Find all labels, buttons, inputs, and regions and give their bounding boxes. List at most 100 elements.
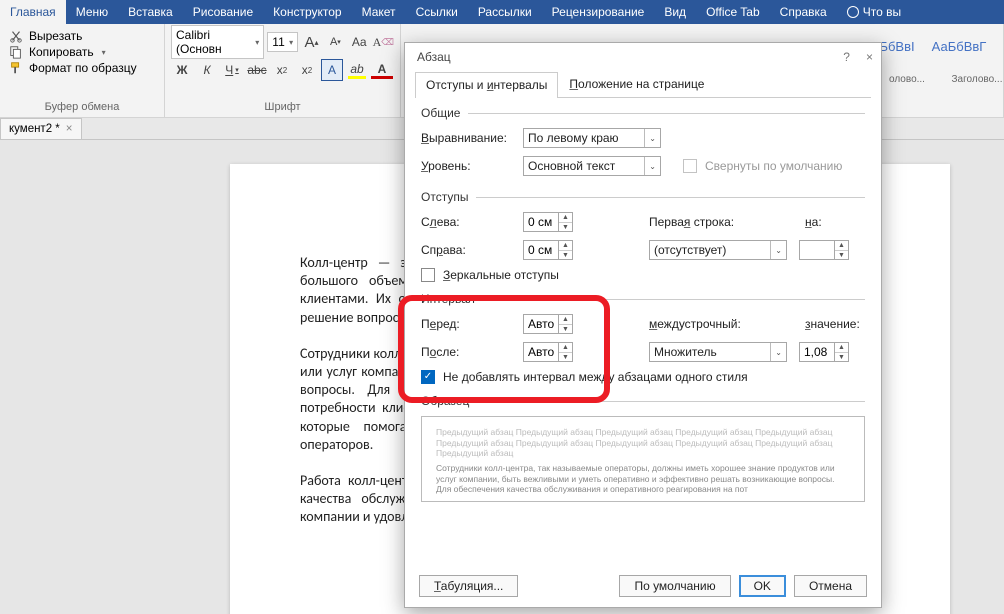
tab-design[interactable]: Конструктор: [263, 0, 351, 24]
spinner-arrows[interactable]: ▲▼: [834, 241, 848, 259]
first-line-label: Первая строка:: [649, 215, 759, 229]
space-after-spinner[interactable]: ▲▼: [523, 342, 573, 362]
text-effects-button[interactable]: A: [321, 59, 343, 81]
tab-menu[interactable]: Меню: [66, 0, 118, 24]
cut-button[interactable]: Вырезать: [6, 28, 158, 44]
tabs-button[interactable]: Табуляция...: [419, 575, 518, 597]
tab-home[interactable]: Главная: [0, 0, 66, 24]
italic-button[interactable]: К: [196, 59, 218, 81]
spinner-arrows[interactable]: ▲▼: [558, 213, 572, 231]
first-line-by-input[interactable]: [800, 241, 834, 259]
outline-level-select[interactable]: Основной текст ⌄: [523, 156, 661, 176]
style-sample: АаБбВвГ: [930, 39, 988, 54]
document-tab-label: кумент2 *: [9, 123, 60, 135]
tab-layout[interactable]: Макет: [352, 0, 406, 24]
alignment-select[interactable]: По левому краю ⌄: [523, 128, 661, 148]
line-spacing-at-input[interactable]: [800, 343, 834, 361]
shrink-font-button[interactable]: A▾: [325, 31, 346, 53]
close-icon[interactable]: ×: [66, 123, 73, 135]
font-group: Calibri (Основн▾ 11▾ A▴ A▾ Aa A⌫ Ж К Ч▾ …: [165, 24, 401, 117]
tab-mailings[interactable]: Рассылки: [468, 0, 542, 24]
copy-button[interactable]: Копировать ▾: [6, 44, 158, 60]
underline-button[interactable]: Ч▾: [221, 59, 243, 81]
bold-button[interactable]: Ж: [171, 59, 193, 81]
paragraph-dialog: Абзац ? × Отступы и интервалы Положение …: [404, 42, 882, 608]
ribbon-tab-strip: Главная Меню Вставка Рисование Конструкт…: [0, 0, 1004, 24]
tab-review[interactable]: Рецензирование: [542, 0, 655, 24]
no-space-same-style-checkbox[interactable]: [421, 370, 435, 384]
dialog-button-row: Табуляция... По умолчанию OK Отмена: [419, 575, 867, 597]
indent-left-input[interactable]: [524, 213, 558, 231]
font-color-button[interactable]: A: [371, 62, 393, 79]
superscript-button[interactable]: x2: [296, 59, 318, 81]
strikethrough-button[interactable]: abc: [246, 59, 268, 81]
caret-icon: ▾: [289, 38, 293, 47]
dialog-tab-strip: Отступы и интервалы Положение на страниц…: [415, 71, 871, 98]
tab-officetab[interactable]: Office Tab: [696, 0, 770, 24]
indent-left-spinner[interactable]: ▲▼: [523, 212, 573, 232]
document-tab[interactable]: кумент2 * ×: [0, 118, 82, 139]
help-icon[interactable]: ?: [843, 50, 850, 64]
line-spacing-value: Множитель: [654, 345, 717, 359]
line-spacing-label: междустрочный:: [649, 317, 759, 331]
font-size-combo[interactable]: 11 ▾: [267, 32, 298, 52]
spinner-arrows[interactable]: ▲▼: [834, 343, 848, 361]
font-size-value: 11: [272, 35, 284, 49]
font-group-label: Шрифт: [171, 100, 394, 115]
indent-right-input[interactable]: [524, 241, 558, 259]
indent-right-spinner[interactable]: ▲▼: [523, 240, 573, 260]
change-case-button[interactable]: Aa: [349, 31, 370, 53]
ok-button[interactable]: OK: [739, 575, 786, 597]
tab-draw[interactable]: Рисование: [183, 0, 263, 24]
spinner-arrows[interactable]: ▲▼: [558, 343, 572, 361]
space-before-label: Перед:: [421, 317, 515, 331]
hotkey-underline: и: [487, 78, 494, 92]
tab-references[interactable]: Ссылки: [406, 0, 468, 24]
mirror-indents-checkbox[interactable]: [421, 268, 435, 282]
tab-line-page-breaks[interactable]: Положение на странице: [558, 71, 715, 97]
outline-level-label: Уровень:: [421, 159, 515, 173]
set-default-button[interactable]: По умолчанию: [619, 575, 730, 597]
clear-format-button[interactable]: A⌫: [373, 31, 394, 53]
preview-prev-text: Предыдущий абзац Предыдущий абзац Предыд…: [436, 427, 850, 459]
close-icon[interactable]: ×: [866, 50, 873, 64]
first-line-by-spinner[interactable]: ▲▼: [799, 240, 849, 260]
cut-label: Вырезать: [29, 29, 82, 43]
section-spacing: Интервал: [421, 292, 865, 306]
font-name-value: Calibri (Основн: [176, 28, 252, 56]
dialog-titlebar[interactable]: Абзац ? ×: [405, 43, 881, 71]
spinner-arrows[interactable]: ▲▼: [558, 315, 572, 333]
cancel-button[interactable]: Отмена: [794, 575, 867, 597]
space-before-input[interactable]: [524, 315, 558, 333]
copy-dropdown-icon[interactable]: ▾: [102, 48, 106, 57]
scissors-icon: [9, 29, 23, 43]
caret-icon: ⌄: [644, 157, 656, 175]
alignment-value: По левому краю: [528, 131, 619, 145]
subscript-button[interactable]: x2: [271, 59, 293, 81]
caret-icon: ⌄: [644, 129, 656, 147]
section-indent: Отступы: [421, 190, 865, 204]
first-line-value: (отсутствует): [654, 243, 726, 257]
underline-label: Ч: [225, 63, 233, 77]
space-after-input[interactable]: [524, 343, 558, 361]
tab-insert[interactable]: Вставка: [118, 0, 183, 24]
spinner-arrows[interactable]: ▲▼: [558, 241, 572, 259]
space-before-spinner[interactable]: ▲▼: [523, 314, 573, 334]
first-line-select[interactable]: (отсутствует)⌄: [649, 240, 787, 260]
preview-main-text: Сотрудники колл-центра, так называемые о…: [436, 463, 850, 495]
highlight-button[interactable]: ab: [346, 59, 368, 81]
tab-view[interactable]: Вид: [654, 0, 696, 24]
font-name-combo[interactable]: Calibri (Основн▾: [171, 25, 264, 59]
space-after-label: После:: [421, 345, 515, 359]
tab-help[interactable]: Справка: [770, 0, 837, 24]
line-spacing-select[interactable]: Множитель⌄: [649, 342, 787, 362]
outline-level-value: Основной текст: [528, 159, 615, 173]
style-heading2[interactable]: АаБбВвГ Заголово...: [927, 34, 991, 90]
line-spacing-at-spinner[interactable]: ▲▼: [799, 342, 849, 362]
format-painter-button[interactable]: Формат по образцу: [6, 60, 158, 76]
tell-me[interactable]: Что вы: [837, 0, 911, 24]
mirror-indents-label: Зеркальные отступы: [443, 268, 559, 282]
style-name: Заголово...: [930, 74, 1004, 85]
grow-font-button[interactable]: A▴: [301, 31, 322, 53]
tab-indents-spacing[interactable]: Отступы и интервалы: [415, 72, 558, 98]
